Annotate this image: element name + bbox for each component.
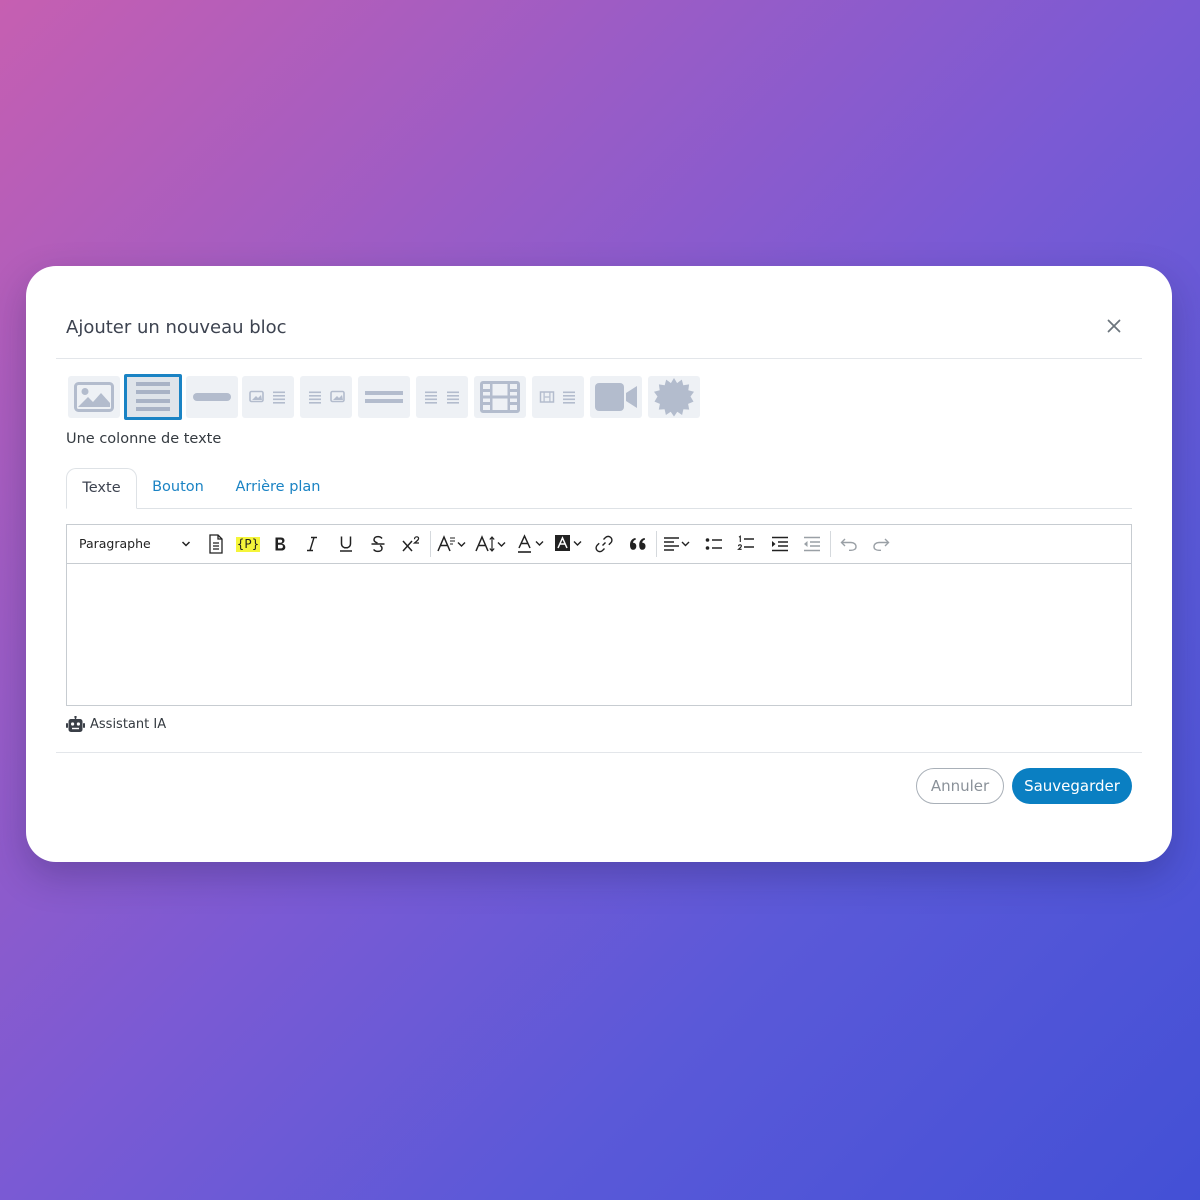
font-color-icon <box>518 534 544 553</box>
link-button[interactable] <box>593 531 615 557</box>
toolbar-separator <box>430 531 431 557</box>
cancel-button[interactable]: Annuler <box>916 768 1004 804</box>
modal-header: Ajouter un nouveau bloc <box>66 314 1132 344</box>
blockquote-button[interactable] <box>627 531 649 557</box>
font-size-button[interactable] <box>475 531 507 557</box>
italic-icon <box>307 536 317 552</box>
link-icon <box>595 535 613 553</box>
numbered-list-icon <box>737 535 754 550</box>
underline-icon <box>340 536 352 552</box>
robot-icon <box>66 715 85 732</box>
font-size-icon <box>475 535 506 552</box>
redo-button[interactable] <box>870 531 892 557</box>
separator-icon <box>193 393 231 401</box>
text-left-image-right-icon <box>309 390 345 404</box>
double-line-separator-icon <box>365 391 403 403</box>
rich-text-editor: Paragraphe {P} <box>66 524 1132 706</box>
badge-icon <box>654 378 694 417</box>
outdent-button[interactable] <box>801 531 823 557</box>
text-column-icon <box>136 382 170 411</box>
save-button[interactable]: Sauvegarder <box>1012 768 1132 804</box>
outdent-icon <box>804 536 820 552</box>
block-type-double-separator[interactable] <box>358 376 410 418</box>
block-type-video-text[interactable] <box>532 376 584 418</box>
tab-texte[interactable]: Texte <box>66 468 137 509</box>
bulleted-list-icon <box>705 538 722 550</box>
chevron-down-icon <box>181 541 191 547</box>
block-type-text-column[interactable] <box>124 374 182 420</box>
block-type-two-text-columns[interactable] <box>416 376 468 418</box>
image-left-text-right-icon <box>249 390 285 404</box>
bold-icon <box>275 537 286 551</box>
block-type-text-image[interactable] <box>300 376 352 418</box>
redo-icon <box>873 538 890 551</box>
ai-assistant-label: Assistant IA <box>90 716 167 732</box>
strikethrough-button[interactable] <box>367 531 389 557</box>
variable-tag: {P} <box>235 536 261 552</box>
toolbar-separator <box>830 531 831 557</box>
modal-title: Ajouter un nouveau bloc <box>66 317 287 338</box>
bold-button[interactable] <box>269 531 291 557</box>
quote-icon <box>630 538 646 550</box>
header-divider <box>56 358 1142 359</box>
bulleted-list-button[interactable] <box>703 531 725 557</box>
two-text-columns-icon <box>425 391 459 404</box>
tab-bouton[interactable]: Bouton <box>144 468 212 508</box>
block-type-image[interactable] <box>68 376 120 418</box>
superscript-button[interactable] <box>399 531 423 557</box>
font-family-icon <box>437 535 466 552</box>
editor-toolbar: Paragraphe {P} <box>67 525 1131 564</box>
insert-variable-button[interactable]: {P} <box>235 531 261 557</box>
editor-content-area[interactable] <box>67 564 1131 705</box>
video-camera-icon <box>595 383 637 411</box>
undo-icon <box>840 538 857 551</box>
indent-button[interactable] <box>769 531 791 557</box>
alignment-button[interactable] <box>663 531 693 557</box>
italic-button[interactable] <box>301 531 323 557</box>
block-type-badge[interactable] <box>648 376 700 418</box>
block-type-film[interactable] <box>474 376 526 418</box>
highlight-color-icon <box>555 535 582 551</box>
close-button[interactable] <box>1102 314 1126 338</box>
paragraph-format-select[interactable]: Paragraphe <box>79 531 191 557</box>
paragraph-format-value: Paragraphe <box>79 536 151 551</box>
tab-bar: Texte Bouton Arrière plan <box>66 468 1132 509</box>
selected-block-type-label: Une colonne de texte <box>66 431 222 447</box>
film-icon <box>480 381 520 413</box>
undo-button[interactable] <box>838 531 860 557</box>
font-color-button[interactable] <box>517 531 547 557</box>
footer-divider <box>56 752 1142 753</box>
add-block-modal: Ajouter un nouveau bloc Une colonne de t… <box>26 266 1172 862</box>
tab-arriere-plan[interactable]: Arrière plan <box>228 468 328 508</box>
background-color-button[interactable] <box>555 531 585 557</box>
block-type-video[interactable] <box>590 376 642 418</box>
image-icon <box>74 382 114 412</box>
underline-button[interactable] <box>335 531 357 557</box>
strikethrough-icon <box>371 535 385 553</box>
ai-assistant-button[interactable]: Assistant IA <box>66 714 166 734</box>
block-type-image-text[interactable] <box>242 376 294 418</box>
align-left-icon <box>664 537 690 551</box>
source-document-button[interactable] <box>205 531 227 557</box>
font-family-button[interactable] <box>437 531 467 557</box>
indent-icon <box>772 536 788 552</box>
superscript-icon <box>402 536 420 552</box>
block-type-separator[interactable] <box>186 376 238 418</box>
toolbar-separator <box>656 531 657 557</box>
close-icon <box>1107 319 1121 333</box>
numbered-list-button[interactable] <box>735 531 757 557</box>
document-icon <box>209 534 223 554</box>
video-left-text-right-icon <box>539 391 575 404</box>
